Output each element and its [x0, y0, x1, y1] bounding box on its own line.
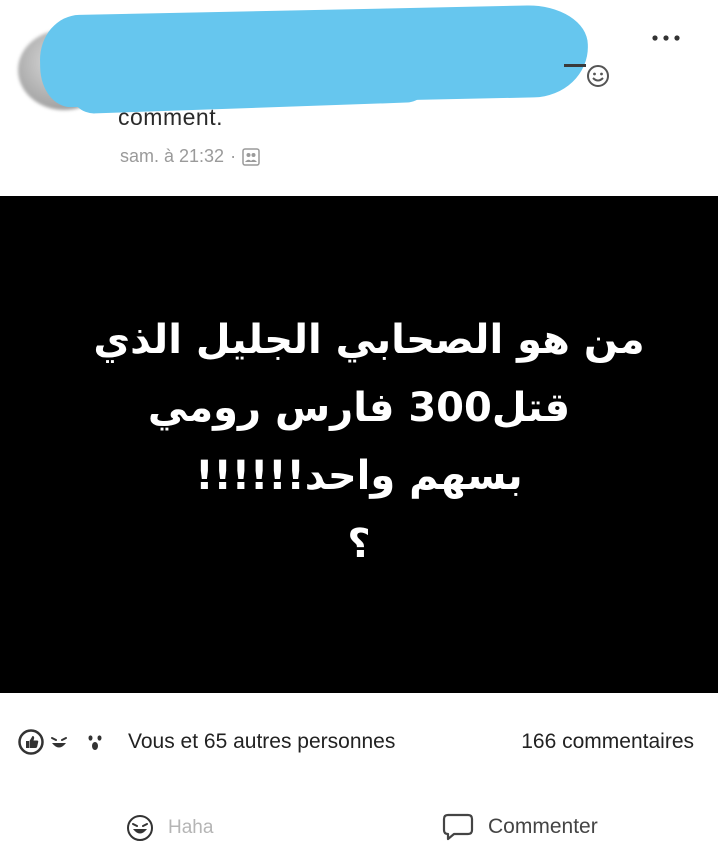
post-meta: sam. à 21:32 · [120, 146, 260, 167]
meta-separator: · [230, 146, 237, 166]
friends-icon[interactable] [242, 147, 260, 166]
haha-button[interactable]: Haha [126, 814, 213, 842]
comment-label: Commenter [488, 815, 598, 838]
laugh-icon [47, 730, 71, 754]
haha-label: Haha [168, 817, 214, 838]
comment-button[interactable]: Commenter [442, 812, 598, 842]
post-text-line: من هو الصحابي الجليل الذي [93, 317, 645, 363]
laugh-icon [127, 815, 153, 841]
reactions-summary: Vous et 65 autres personnes 166 commenta… [0, 693, 718, 788]
post-header: comment. sam. à 21:32 · [0, 0, 718, 196]
post-text-line: ؟ [347, 521, 371, 567]
actions-bar: Haha Commenter [0, 788, 718, 856]
more-horizontal-icon[interactable] [650, 30, 682, 46]
activity-text: comment. [118, 104, 223, 126]
timestamp[interactable]: sam. à 21:32 [120, 146, 224, 167]
post-text-line: بسهم واحد!!!!!! [195, 453, 523, 499]
post-text-line: قتل300 فارس رومي [147, 385, 571, 431]
name-dash [564, 64, 586, 67]
smiley-icon [587, 65, 609, 87]
post-image[interactable]: من هو الصحابي الجليل الذي قتل300 فارس رو… [0, 196, 718, 693]
reaction-icons[interactable] [18, 729, 108, 755]
like-icon [18, 729, 44, 755]
wow-icon [84, 731, 106, 753]
facebook-post: comment. sam. à 21:32 · من هو الصحابي ال… [0, 0, 718, 856]
post-image-text: من هو الصحابي الجليل الذي قتل300 فارس رو… [0, 306, 718, 578]
reactions-text[interactable]: Vous et 65 autres personnes [128, 730, 395, 754]
comments-count[interactable]: 166 commentaires [521, 730, 694, 754]
comment-icon [442, 813, 474, 841]
